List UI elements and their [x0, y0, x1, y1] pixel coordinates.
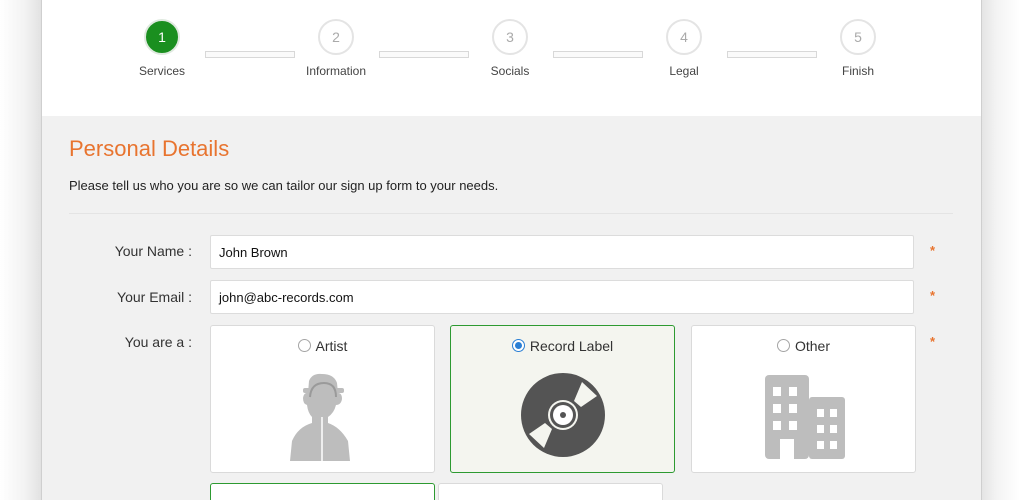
- step-number: 2: [318, 19, 354, 55]
- page-gutter-right: [980, 0, 1020, 500]
- artist-radio[interactable]: [297, 339, 311, 352]
- step-number: 1: [144, 19, 180, 55]
- step-label: Finish: [841, 64, 874, 78]
- step-number: 4: [666, 19, 702, 55]
- step-information[interactable]: 2 Information: [276, 19, 396, 78]
- building-icon: [764, 375, 845, 459]
- page-gutter-left: [0, 0, 41, 500]
- vinyl-record-icon: [520, 373, 605, 457]
- step-number: 3: [492, 19, 528, 55]
- required-mark: *: [930, 288, 936, 303]
- option-label: Artist: [315, 338, 348, 354]
- next-row-option-2[interactable]: [438, 483, 663, 500]
- option-radio-row: Record Label: [451, 338, 674, 354]
- divider: [69, 213, 953, 214]
- option-radio-row: Artist: [211, 338, 434, 354]
- progress-stepper: 1 Services 2 Information 3 Socials 4 Leg…: [42, 0, 981, 116]
- email-label: Your Email :: [117, 289, 192, 305]
- name-field[interactable]: John Brown: [210, 235, 914, 269]
- step-services[interactable]: 1 Services: [102, 19, 222, 78]
- step-label: Legal: [669, 64, 699, 78]
- step-label: Information: [305, 64, 367, 78]
- email-field[interactable]: john@abc-records.com: [210, 280, 914, 314]
- signup-card: 1 Services 2 Information 3 Socials 4 Leg…: [41, 0, 982, 500]
- option-record-label[interactable]: Record Label: [450, 325, 675, 473]
- required-mark: *: [930, 334, 936, 349]
- artist-silhouette-icon: [289, 373, 350, 461]
- next-row-option-1[interactable]: [210, 483, 435, 500]
- option-label: Record Label: [529, 338, 614, 354]
- record-label-radio[interactable]: [511, 339, 525, 352]
- type-label: You are a :: [124, 334, 192, 350]
- option-artist[interactable]: Artist: [210, 325, 435, 473]
- name-label: Your Name :: [114, 243, 192, 259]
- step-label: Services: [138, 64, 185, 78]
- required-mark: *: [930, 243, 936, 258]
- step-number: 5: [840, 19, 876, 55]
- section-title: Personal Details: [69, 136, 230, 161]
- option-label: Other: [794, 338, 830, 354]
- step-label: Socials: [490, 64, 530, 78]
- section-subtitle: Please tell us who you are so we can tai…: [69, 178, 499, 193]
- option-other[interactable]: Other: [691, 325, 916, 473]
- step-finish[interactable]: 5 Finish: [798, 19, 918, 78]
- step-socials[interactable]: 3 Socials: [450, 19, 570, 78]
- other-radio[interactable]: [776, 339, 790, 352]
- option-radio-row: Other: [692, 338, 915, 354]
- step-legal[interactable]: 4 Legal: [624, 19, 744, 78]
